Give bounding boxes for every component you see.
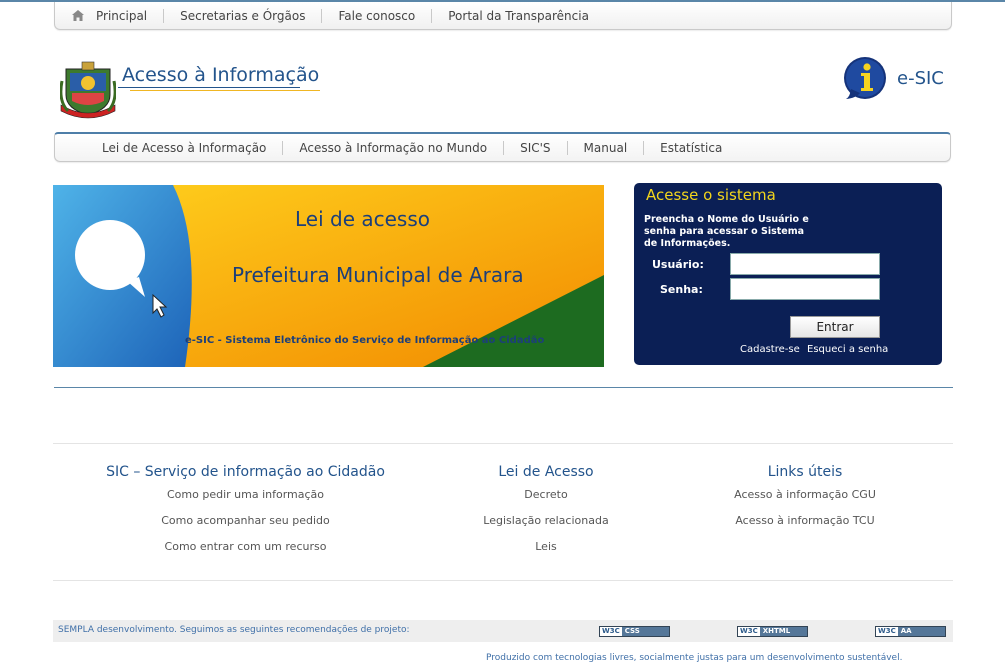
brand-underline-blue	[118, 87, 300, 88]
banner-footer-text: e-SIC - Sistema Eletrônico do Serviço de…	[185, 335, 545, 346]
footer-link[interactable]: Como pedir uma informação	[93, 488, 398, 514]
forgot-password-link[interactable]: Esqueci a senha	[807, 344, 888, 355]
nav-acesso-mundo[interactable]: Acesso à Informação no Mundo	[283, 140, 505, 155]
nav-lei-acesso[interactable]: Lei de Acesso à Informação	[55, 140, 284, 155]
footer-column-sic: SIC – Serviço de informação ao Cidadão C…	[93, 464, 398, 566]
login-submit-button[interactable]: Entrar	[790, 316, 880, 338]
info-icon[interactable]	[842, 55, 888, 101]
topnav-principal[interactable]: Principal	[89, 8, 165, 23]
main-navigation: Lei de Acesso à Informação Acesso à Info…	[54, 132, 951, 162]
w3c-css-badge[interactable]: W3C CSS	[599, 626, 670, 637]
login-title: Acesse o sistema	[646, 186, 776, 204]
brand-underline-yellow	[130, 90, 320, 91]
password-label: Senha:	[660, 283, 703, 296]
footer-link[interactable]: Legislação relacionada	[446, 514, 646, 540]
esic-label[interactable]: e-SIC	[897, 68, 944, 89]
w3c-aa-badge[interactable]: W3C AA	[875, 626, 946, 637]
produced-text: Produzido com tecnologias livres, social…	[486, 653, 903, 663]
w3c-xhtml-badge[interactable]: W3C XHTML	[737, 626, 808, 637]
footer-link[interactable]: Como entrar com um recurso	[93, 540, 398, 566]
divider	[53, 443, 953, 444]
user-input[interactable]	[730, 253, 880, 275]
credits-text: SEMPLA desenvolvimento. Seguimos as segu…	[58, 625, 410, 635]
topnav-secretarias[interactable]: Secretarias e Órgãos	[164, 8, 323, 23]
topnav-portal-transparencia[interactable]: Portal da Transparência	[432, 9, 605, 23]
footer-column-lei: Lei de Acesso Decreto Legislação relacio…	[446, 464, 646, 566]
footer-link[interactable]: Como acompanhar seu pedido	[93, 514, 398, 540]
divider	[54, 387, 953, 388]
footer-column-title: Lei de Acesso	[498, 464, 594, 480]
footer-link[interactable]: Acesso à informação CGU	[705, 488, 905, 514]
divider	[53, 580, 953, 581]
home-icon[interactable]	[67, 10, 89, 21]
nav-sics[interactable]: SIC'S	[504, 140, 568, 155]
nav-estatistica[interactable]: Estatística	[644, 141, 738, 155]
user-label: Usuário:	[652, 258, 704, 271]
login-hint: Preencha o Nome do Usuário e senha para …	[644, 214, 809, 249]
nav-manual[interactable]: Manual	[568, 140, 645, 155]
credits-strip: SEMPLA desenvolvimento. Seguimos as segu…	[53, 620, 953, 642]
topnav-fale-conosco[interactable]: Fale conosco	[322, 8, 433, 23]
footer-column-title: SIC – Serviço de informação ao Cidadão	[106, 464, 385, 480]
banner-subtitle: Prefeitura Municipal de Arara	[232, 263, 524, 287]
site-brand-title[interactable]: Acesso à Informação	[122, 64, 319, 86]
top-navigation: Principal Secretarias e Órgãos Fale cono…	[54, 2, 952, 30]
footer-column-title: Links úteis	[767, 464, 843, 480]
footer-column-links-uteis: Links úteis Acesso à informação CGU Aces…	[705, 464, 905, 540]
footer-link[interactable]: Acesso à informação TCU	[705, 514, 905, 540]
municipal-crest-logo[interactable]	[59, 61, 117, 119]
banner-title: Lei de acesso	[295, 207, 430, 231]
password-input[interactable]	[730, 278, 880, 300]
footer-link[interactable]: Leis	[446, 540, 646, 566]
hero-banner[interactable]: Lei de acesso Prefeitura Municipal de Ar…	[53, 185, 604, 367]
register-link[interactable]: Cadastre-se	[740, 344, 800, 355]
footer-link[interactable]: Decreto	[446, 488, 646, 514]
login-panel: Acesse o sistema Preencha o Nome do Usuá…	[634, 183, 942, 365]
